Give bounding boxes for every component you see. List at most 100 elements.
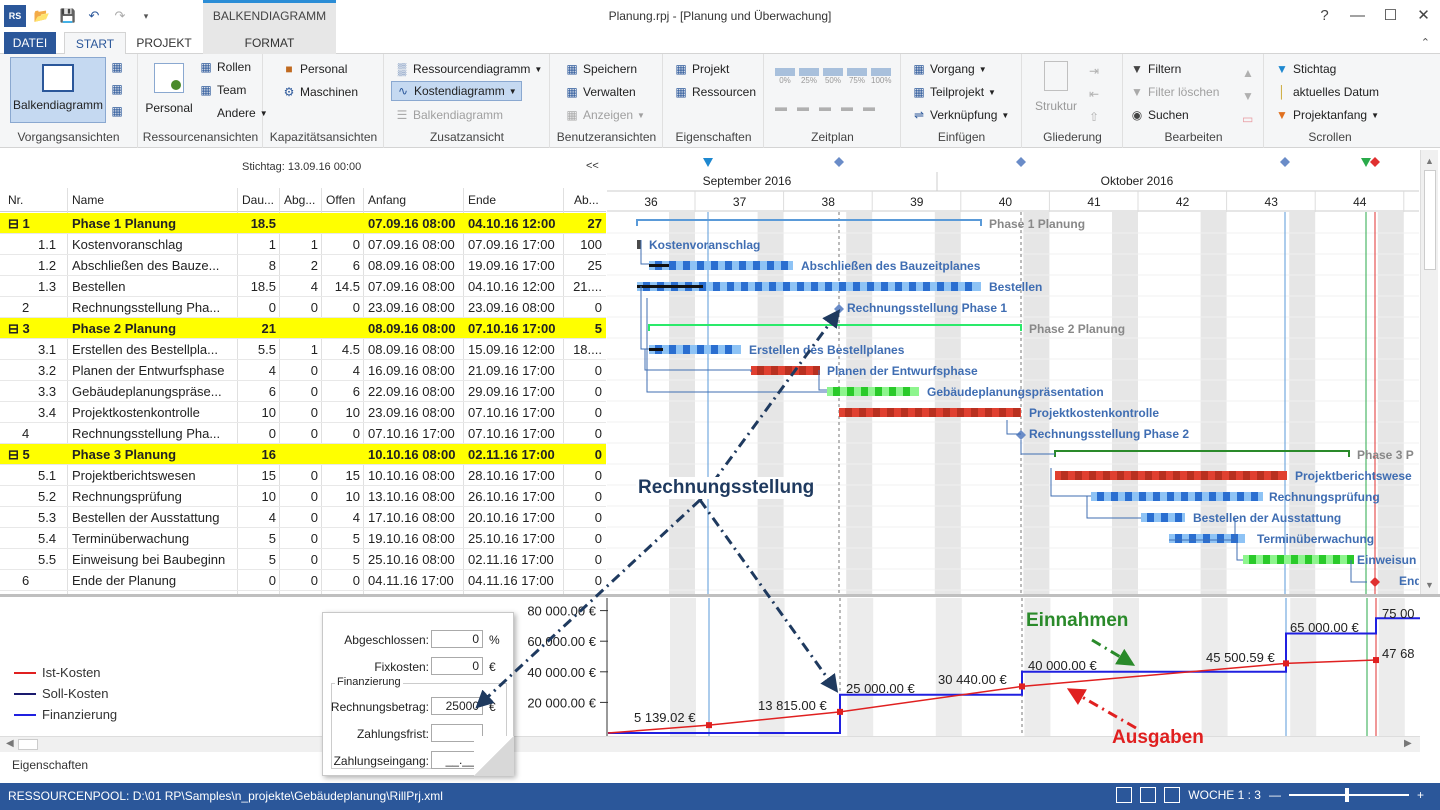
indent-icon[interactable]: ⇥ bbox=[1089, 60, 1099, 83]
collapse-icon[interactable]: ⇧ bbox=[1089, 106, 1099, 129]
col-name[interactable]: Name bbox=[72, 193, 232, 207]
link-task-icon[interactable]: ▬ bbox=[819, 100, 831, 114]
zoom-slider[interactable] bbox=[1288, 788, 1409, 802]
kapazitaet-personal-button[interactable]: ■ Personal bbox=[282, 62, 347, 76]
balkendiagramm-button[interactable]: Balkendiagramm bbox=[10, 57, 106, 123]
properties-tab[interactable]: Eigenschaften bbox=[12, 758, 88, 772]
col-anfang[interactable]: Anfang bbox=[368, 193, 462, 207]
help-icon[interactable]: ? bbox=[1308, 0, 1341, 30]
progress-100-button[interactable]: 100% bbox=[871, 68, 891, 85]
kapazitaet-maschinen-button[interactable]: ⚙ Maschinen bbox=[282, 85, 358, 99]
table-row[interactable]: 1.2 Abschließen des Bauze... 8 2 6 08.09.16 0… bbox=[0, 255, 606, 276]
tab-format[interactable]: FORMAT bbox=[203, 32, 336, 54]
table-row[interactable]: 3.1 Erstellen des Bestellpla... 5.5 1 4.5 08.… bbox=[0, 339, 606, 360]
team-button[interactable]: ▦ Team bbox=[199, 83, 246, 97]
col-dauer[interactable]: Dau... bbox=[242, 193, 276, 207]
table-row[interactable]: 5.3 Bestellen der Ausstattung 4 0 4 17.10.16 … bbox=[0, 507, 606, 528]
table-row[interactable]: 3.2 Planen der Entwurfsphase 4 0 4 16.09.16 0… bbox=[0, 360, 606, 381]
table-row[interactable]: 2 Rechnungsstellung Pha... 0 0 0 23.09.16 08:… bbox=[0, 297, 606, 318]
split-task-icon[interactable]: ▬ bbox=[797, 100, 809, 114]
personal-view-button[interactable]: Personal bbox=[143, 57, 195, 115]
table-row[interactable]: 5.2 Rechnungsprüfung 10 0 10 13.10.16 08:00 26… bbox=[0, 486, 606, 507]
minimize-button[interactable]: — bbox=[1341, 0, 1374, 30]
collapse-toggle-icon[interactable]: ⊟ bbox=[8, 321, 23, 336]
projekt-properties-button[interactable]: ▦ Projekt bbox=[674, 62, 729, 76]
andere-dropdown[interactable]: Andere ▼ bbox=[199, 106, 268, 120]
abgeschlossen-field[interactable]: 0 bbox=[431, 630, 483, 648]
progress-50-button[interactable]: 50% bbox=[823, 68, 843, 85]
move-down-icon[interactable]: ▼ bbox=[1242, 85, 1254, 108]
gantt-chart[interactable]: September 2016 Oktober 2016 36 37 38 39 40 41 42… bbox=[607, 150, 1419, 594]
table-row[interactable]: 5.1 Projektberichtswesen 15 0 15 10.10.16 08:… bbox=[0, 465, 606, 486]
horizontal-scrollbar[interactable]: ◀ ▶ bbox=[0, 736, 1420, 752]
progress-75-button[interactable]: 75% bbox=[847, 68, 867, 85]
zoom-in-icon[interactable]: + bbox=[1417, 788, 1424, 802]
reschedule-icon[interactable]: ▬ bbox=[863, 100, 875, 114]
progress-25-button[interactable]: 25% bbox=[799, 68, 819, 85]
scroll-left-icon[interactable]: ◀ bbox=[6, 738, 14, 749]
table-row[interactable]: 6 Ende der Planung 0 0 0 04.11.16 17:00 04.11.… bbox=[0, 570, 606, 591]
unlink-task-icon[interactable]: ▬ bbox=[841, 100, 853, 114]
eraser-icon[interactable]: ▭ bbox=[1242, 108, 1254, 131]
hscroll-thumb[interactable] bbox=[18, 739, 38, 750]
maximize-button[interactable]: ☐ bbox=[1374, 0, 1407, 30]
view-grid-icon[interactable] bbox=[1140, 787, 1157, 803]
table-row[interactable]: 3.3 Gebäudeplanungspräse... 6 0 6 22.09.16 08… bbox=[0, 381, 606, 402]
view-small-3-icon[interactable]: ▦ bbox=[110, 104, 124, 118]
tab-projekt[interactable]: PROJEKT bbox=[128, 32, 200, 54]
stichtag-scroll-button[interactable]: ▼ Stichtag bbox=[1275, 62, 1336, 76]
filter-loeschen-button[interactable]: ▼ Filter löschen bbox=[1130, 85, 1219, 99]
projektanfang-dropdown[interactable]: ▼ Projektanfang ▼ bbox=[1275, 108, 1379, 122]
table-row[interactable]: 4 Rechnungsstellung Pha... 0 0 0 07.10.16 17:… bbox=[0, 423, 606, 444]
collapse-table-button[interactable]: << bbox=[586, 160, 599, 172]
col-ab[interactable]: Ab... bbox=[574, 193, 604, 207]
collapse-ribbon-icon[interactable]: ⌃ bbox=[1421, 36, 1430, 49]
splitter[interactable] bbox=[0, 594, 1440, 597]
table-row[interactable]: 1.1 Kostenvoranschlag 1 1 0 07.09.16 08:00 07.… bbox=[0, 234, 606, 255]
kostendiagramm-dropdown[interactable]: ∿ Kostendiagramm ▼ bbox=[391, 81, 522, 101]
tab-start[interactable]: START bbox=[64, 32, 126, 55]
col-nr[interactable]: Nr. bbox=[8, 193, 64, 207]
view-small-2-icon[interactable]: ▦ bbox=[110, 82, 124, 96]
tab-datei[interactable]: DATEI bbox=[4, 32, 56, 54]
verknuepfung-dropdown[interactable]: ⇌ Verknüpfung ▼ bbox=[912, 108, 1009, 122]
struktur-button[interactable]: Struktur bbox=[1031, 57, 1081, 113]
move-task-icon[interactable]: ▬ bbox=[775, 100, 787, 114]
ressourcendiagramm-dropdown[interactable]: ▒ Ressourcendiagramm ▼ bbox=[395, 62, 543, 76]
filtern-button[interactable]: ▼ Filtern bbox=[1130, 62, 1181, 76]
rechnungsbetrag-field[interactable]: 25000 bbox=[431, 697, 483, 715]
close-button[interactable]: ✕ bbox=[1407, 0, 1440, 30]
anzeigen-dropdown[interactable]: ▦ Anzeigen ▼ bbox=[565, 108, 645, 122]
vorgang-dropdown[interactable]: ▦ Vorgang ▼ bbox=[912, 62, 986, 76]
scroll-down-icon[interactable]: ▼ bbox=[1425, 580, 1434, 590]
col-ende[interactable]: Ende bbox=[468, 193, 562, 207]
move-up-icon[interactable]: ▲ bbox=[1242, 62, 1254, 85]
table-row[interactable]: 3.4 Projektkostenkontrolle 10 0 10 23.09.16 0… bbox=[0, 402, 606, 423]
table-row[interactable]: 5.5 Einweisung bei Baubeginn 5 0 5 25.10.16 0… bbox=[0, 549, 606, 570]
phase-row[interactable]: ⊟ 3 Phase 2 Planung 21 08.09.16 08:00 07.10.… bbox=[0, 318, 606, 339]
rollen-button[interactable]: ▦ Rollen bbox=[199, 60, 251, 74]
teilprojekt-dropdown[interactable]: ▦ Teilprojekt ▼ bbox=[912, 85, 996, 99]
scroll-right-icon[interactable]: ▶ bbox=[1404, 738, 1412, 749]
phase-row[interactable]: ⊟ 5 Phase 3 Planung 16 10.10.16 08:00 02.11.… bbox=[0, 444, 606, 465]
speichern-button[interactable]: ▦ Speichern bbox=[565, 62, 637, 76]
vertical-scrollbar[interactable]: ▲ ▼ bbox=[1420, 150, 1438, 594]
fixkosten-field[interactable]: 0 bbox=[431, 657, 483, 675]
table-row[interactable]: 5.4 Terminüberwachung 5 0 5 19.10.16 08:00 25.… bbox=[0, 528, 606, 549]
outdent-icon[interactable]: ⇤ bbox=[1089, 83, 1099, 106]
collapse-toggle-icon[interactable]: ⊟ bbox=[8, 447, 23, 462]
collapse-toggle-icon[interactable]: ⊟ bbox=[8, 216, 23, 231]
view-calendar-icon[interactable] bbox=[1164, 787, 1181, 803]
scroll-thumb[interactable] bbox=[1424, 170, 1436, 270]
aktuelles-datum-button[interactable]: │ aktuelles Datum bbox=[1275, 85, 1379, 99]
progress-0-button[interactable]: 0% bbox=[775, 68, 795, 85]
view-normal-icon[interactable] bbox=[1116, 787, 1133, 803]
view-small-1-icon[interactable]: ▦ bbox=[110, 60, 124, 74]
scroll-up-icon[interactable]: ▲ bbox=[1425, 156, 1434, 166]
zoom-out-icon[interactable]: — bbox=[1269, 788, 1281, 802]
phase-row[interactable]: ⊟ 1 Phase 1 Planung 18.5 07.09.16 08:00 04.1… bbox=[0, 213, 606, 234]
zusatz-balkendiagramm-button[interactable]: ☰ Balkendiagramm bbox=[395, 108, 503, 122]
col-offen[interactable]: Offen bbox=[326, 193, 360, 207]
col-abgeschlossen[interactable]: Abg... bbox=[284, 193, 318, 207]
ressourcen-properties-button[interactable]: ▦ Ressourcen bbox=[674, 85, 756, 99]
